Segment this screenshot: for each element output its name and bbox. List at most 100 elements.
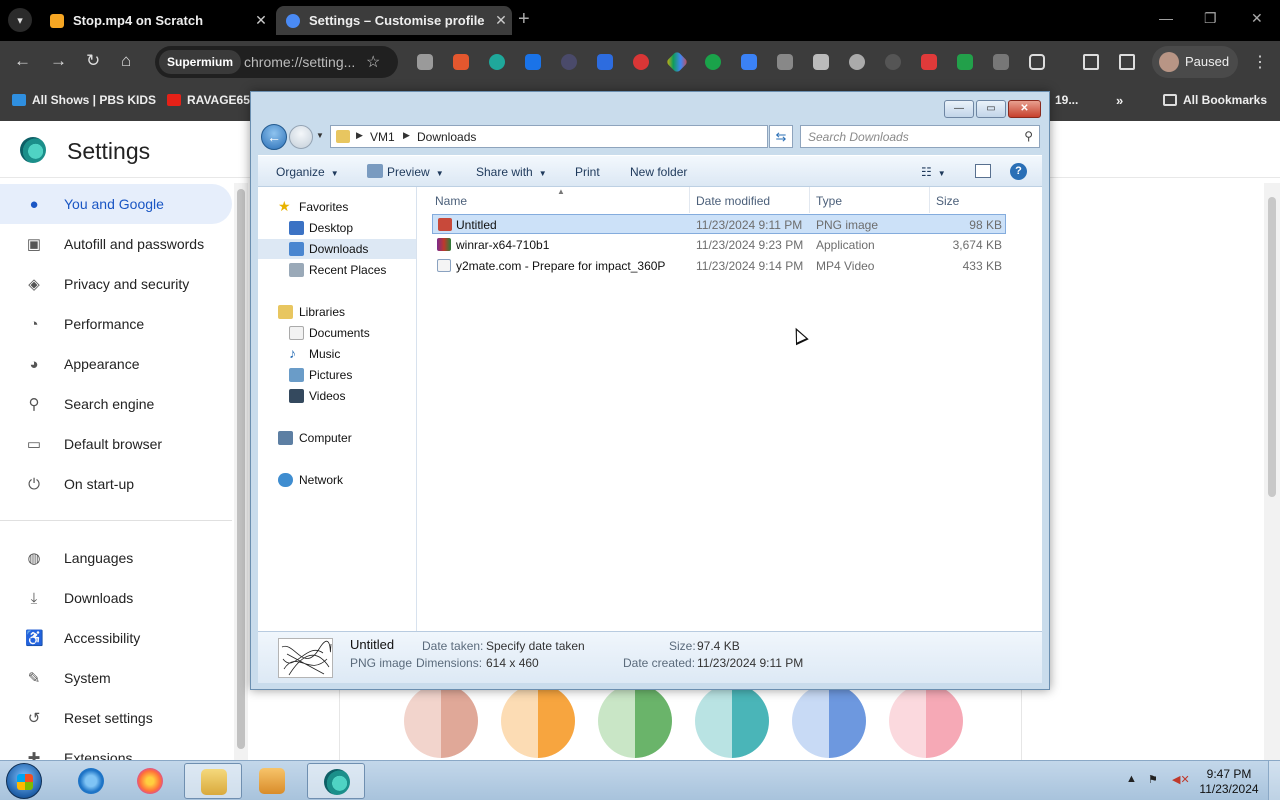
refresh-button[interactable]: ⇆ bbox=[769, 125, 793, 148]
theme-swatch[interactable] bbox=[889, 684, 963, 758]
sidebar-scrollbar[interactable] bbox=[234, 183, 248, 761]
extension-icon[interactable] bbox=[813, 54, 829, 70]
bookmarks-overflow-icon[interactable]: » bbox=[1116, 93, 1123, 108]
column-header-name[interactable]: Name bbox=[435, 194, 467, 208]
scrollbar-thumb[interactable] bbox=[1268, 197, 1276, 497]
show-hidden-icons-button[interactable]: ▲ bbox=[1126, 773, 1137, 785]
volume-muted-icon[interactable]: ◀✕ bbox=[1172, 773, 1190, 786]
reload-icon[interactable]: ↻ bbox=[86, 51, 100, 71]
new-tab-button[interactable]: + bbox=[518, 8, 530, 31]
taskbar-internet-explorer[interactable] bbox=[62, 763, 120, 799]
extensions-puzzle-icon[interactable] bbox=[1029, 54, 1045, 70]
theme-swatch[interactable] bbox=[404, 684, 478, 758]
sidebar-item-you-and-google[interactable]: ● You and Google bbox=[0, 184, 232, 224]
sidebar-item-search-engine[interactable]: ⚲ Search engine bbox=[0, 384, 232, 424]
extension-icon[interactable] bbox=[597, 54, 613, 70]
column-divider[interactable] bbox=[689, 187, 690, 213]
nav-computer[interactable]: Computer bbox=[258, 428, 416, 448]
close-tab-icon[interactable]: ✕ bbox=[490, 12, 512, 29]
nav-music[interactable]: ♪ Music bbox=[258, 344, 416, 364]
nav-recent-places[interactable]: Recent Places bbox=[258, 260, 416, 280]
search-icon[interactable]: ⚲ bbox=[1024, 129, 1033, 143]
nav-libraries[interactable]: Libraries bbox=[258, 302, 416, 322]
sidebar-item-appearance[interactable]: ◕ Appearance bbox=[0, 344, 232, 384]
forward-icon[interactable]: → bbox=[50, 51, 67, 71]
all-bookmarks-button[interactable]: All Bookmarks bbox=[1163, 93, 1267, 107]
column-header-size[interactable]: Size bbox=[936, 194, 959, 208]
nav-downloads[interactable]: Downloads bbox=[258, 239, 416, 259]
action-center-flag-icon[interactable]: ⚑ bbox=[1148, 773, 1158, 786]
home-icon[interactable]: ⌂ bbox=[121, 51, 131, 71]
extension-icon[interactable] bbox=[849, 54, 865, 70]
file-row[interactable]: winrar-x64-710b1 11/23/2024 9:23 PM Appl… bbox=[432, 235, 1006, 255]
close-tab-icon[interactable]: ✕ bbox=[250, 12, 272, 29]
nav-pictures[interactable]: Pictures bbox=[258, 365, 416, 385]
sidebar-item-default-browser[interactable]: ▭ Default browser bbox=[0, 424, 232, 464]
date-taken-field[interactable]: Specify date taken bbox=[486, 639, 585, 653]
labs-flask-icon[interactable] bbox=[1083, 54, 1099, 70]
dialog-maximize-button[interactable]: ▭ bbox=[976, 100, 1006, 118]
system-clock[interactable]: 9:47 PM 11/23/2024 bbox=[1196, 767, 1262, 797]
sidebar-item-extensions[interactable]: ✚ Extensions bbox=[0, 738, 232, 761]
main-scrollbar[interactable] bbox=[1264, 183, 1280, 761]
dialog-minimize-button[interactable]: — bbox=[944, 100, 974, 118]
extension-icon[interactable] bbox=[561, 54, 577, 70]
sidebar-item-reset-settings[interactable]: ↺ Reset settings bbox=[0, 698, 232, 738]
taskbar-media-player[interactable] bbox=[243, 763, 301, 799]
start-button[interactable] bbox=[6, 763, 42, 799]
back-icon[interactable]: ← bbox=[14, 51, 31, 71]
extension-icon[interactable] bbox=[957, 54, 973, 70]
window-close-icon[interactable]: ✕ bbox=[1251, 10, 1263, 27]
window-minimize-icon[interactable]: — bbox=[1159, 10, 1173, 26]
tab-settings[interactable]: Settings – Customise profile ✕ bbox=[276, 6, 512, 35]
extension-icon[interactable] bbox=[777, 54, 793, 70]
sidebar-item-privacy[interactable]: ◈ Privacy and security bbox=[0, 264, 232, 304]
sidebar-item-system[interactable]: ✎ System bbox=[0, 658, 232, 698]
bookmark-pbs-kids[interactable]: All Shows | PBS KIDS bbox=[12, 93, 156, 107]
preview-pane-icon[interactable] bbox=[975, 164, 991, 178]
sidebar-item-performance[interactable]: ◔ Performance bbox=[0, 304, 232, 344]
explorer-back-button[interactable]: ← bbox=[261, 124, 287, 150]
scrollbar-thumb[interactable] bbox=[237, 189, 245, 749]
sidebar-item-languages[interactable]: ◍ Languages bbox=[0, 538, 232, 578]
address-bar[interactable]: ▶ VM1 ▶ Downloads ▼ bbox=[330, 125, 839, 148]
url-text[interactable]: chrome://setting... bbox=[244, 54, 355, 70]
help-icon[interactable]: ? bbox=[1010, 163, 1027, 180]
sidebar-item-on-start-up[interactable]: ⏻ On start-up bbox=[0, 464, 232, 504]
column-divider[interactable] bbox=[809, 187, 810, 213]
column-header-type[interactable]: Type bbox=[816, 194, 842, 208]
tab-search-button[interactable]: ▾ bbox=[8, 8, 32, 32]
column-header-date[interactable]: Date modified bbox=[696, 194, 770, 208]
organize-button[interactable]: Organize ▼ bbox=[276, 165, 339, 179]
taskbar-supermium[interactable] bbox=[307, 763, 365, 799]
extension-icon[interactable] bbox=[489, 54, 505, 70]
theme-swatch[interactable] bbox=[598, 684, 672, 758]
omnibox[interactable]: Supermium chrome://setting... ☆ bbox=[155, 46, 398, 78]
extension-icon[interactable] bbox=[741, 54, 757, 70]
breadcrumb-arrow-icon[interactable]: ▶ bbox=[356, 130, 363, 141]
extension-icon[interactable] bbox=[633, 54, 649, 70]
theme-swatch[interactable] bbox=[695, 684, 769, 758]
nav-documents[interactable]: Documents bbox=[258, 323, 416, 343]
tab-scratch[interactable]: Stop.mp4 on Scratch ✕ bbox=[40, 6, 272, 35]
breadcrumb-downloads[interactable]: Downloads bbox=[417, 130, 476, 144]
file-row[interactable]: y2mate.com - Prepare for impact_360P 11/… bbox=[432, 256, 1006, 276]
bookmark-truncated[interactable]: 19... bbox=[1055, 93, 1078, 107]
print-button[interactable]: Print bbox=[575, 165, 600, 179]
taskbar-file-explorer[interactable] bbox=[184, 763, 242, 799]
preview-button[interactable]: Preview ▼ bbox=[387, 165, 444, 179]
site-chip[interactable]: Supermium bbox=[159, 50, 242, 74]
breadcrumb-vm1[interactable]: VM1 bbox=[370, 130, 395, 144]
bookmark-star-icon[interactable]: ☆ bbox=[366, 52, 380, 72]
column-divider[interactable] bbox=[929, 187, 930, 213]
extension-icon[interactable] bbox=[885, 54, 901, 70]
file-row[interactable]: Untitled 11/23/2024 9:11 PM PNG image 98… bbox=[432, 214, 1006, 234]
nav-network[interactable]: Network bbox=[258, 470, 416, 490]
extension-icon[interactable] bbox=[417, 54, 433, 70]
taskbar-firefox[interactable] bbox=[121, 763, 179, 799]
search-input[interactable]: Search Downloads ⚲ bbox=[800, 125, 1040, 148]
window-restore-icon[interactable]: ❐ bbox=[1204, 10, 1217, 27]
nav-desktop[interactable]: Desktop bbox=[258, 218, 416, 238]
side-panel-icon[interactable] bbox=[1119, 54, 1135, 70]
extension-icon[interactable] bbox=[921, 54, 937, 70]
